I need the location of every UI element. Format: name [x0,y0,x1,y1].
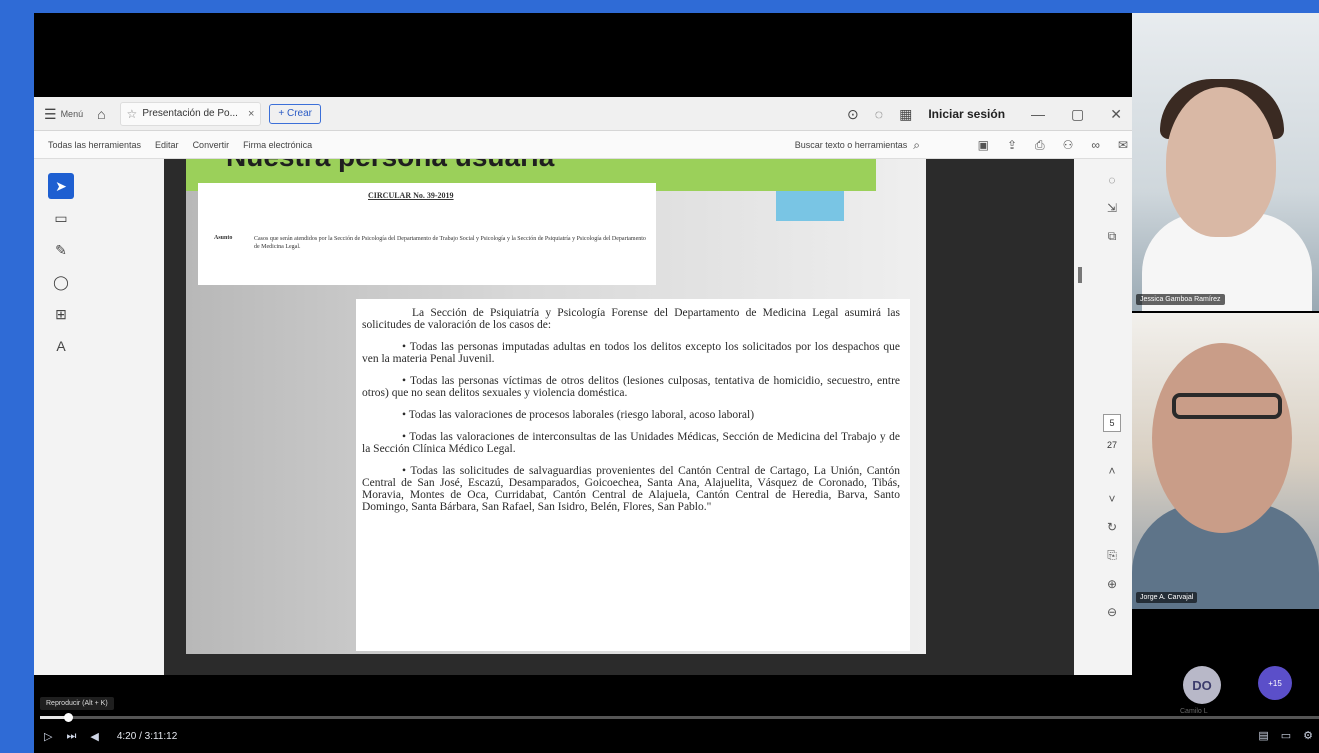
star-icon[interactable]: ☆ [127,107,138,121]
window-close-icon[interactable]: ✕ [1110,106,1122,123]
avatar[interactable]: DO [1183,666,1221,704]
comment-panel-icon[interactable]: ◌ [1108,173,1115,187]
body-paragraph: • Todas las solicitudes de salvaguardias… [362,465,900,513]
circular-title: CIRCULAR No. 39-2019 [368,191,454,200]
minimize-icon[interactable]: — [1031,106,1045,122]
circular-body: La Sección de Psiquiatría y Psicología F… [356,299,910,651]
more-participants-button[interactable]: +15 [1258,666,1292,700]
help-icon[interactable]: ⊙ [847,107,859,121]
zoom-in-icon[interactable]: ⊕ [1107,577,1117,591]
share-icon[interactable]: ⚇ [1063,139,1074,151]
hamburger-icon: ☰ [44,105,57,122]
copy-icon[interactable]: ⧉ [1108,229,1117,244]
create-button[interactable]: + Crear [269,103,321,124]
text-tool-icon[interactable]: A [48,333,74,359]
search-icon: ⌕ [913,138,920,152]
captions-icon[interactable]: ▤ [1258,729,1268,742]
participant-figure [1152,343,1292,533]
tools-right-icons: ▣ ⇪ ⎙ ⚇ ∞ ✉ [960,131,1128,159]
participant-video[interactable]: Jessica Gamboa Ramírez [1132,13,1319,311]
browser-right-controls: ⊙ ◌ ▦ Iniciar sesión — ▢ ✕ [831,97,1122,131]
tab-all-tools[interactable]: Todas las herramientas [48,140,141,150]
menu-button[interactable]: ☰ Menú [44,107,83,121]
participant-video[interactable]: Jorge A. Carvajal [1132,313,1319,609]
asunto-label: Asunto [214,235,233,241]
time-display: 4:20 / 3:11:12 [116,731,178,742]
tools-bar: Todas las herramientas Editar Convertir … [34,131,1132,159]
close-icon[interactable]: × [248,108,254,120]
skip-next-icon[interactable]: ⏭ [66,730,76,743]
page-total: 27 [1106,440,1117,450]
playback-right-controls: ▤ ▭ ⚙ [1246,729,1313,742]
home-icon[interactable]: ⌂ [97,107,105,121]
play-icon[interactable]: ▷ [44,730,52,743]
theater-icon[interactable]: ▭ [1281,729,1291,742]
page-number-input[interactable]: 5 [1103,414,1121,432]
chevron-down-icon[interactable]: ˅ [1108,492,1115,506]
notification-icon[interactable]: ◌ [875,107,883,121]
body-paragraph: • Todas las personas imputadas adultas e… [362,341,900,365]
play-tooltip: Reproducir (Alt + K) [40,697,114,710]
chevron-up-icon[interactable]: ˄ [1108,464,1115,478]
save-icon[interactable]: ▣ [978,139,989,151]
tab-e-signature[interactable]: Firma electrónica [243,140,312,150]
refresh-icon[interactable]: ↻ [1107,520,1117,534]
asunto-text: Casos que serán atendidos por la Sección… [254,236,646,250]
browser-tab-bar: ☰ Menú ⌂ ☆ Presentación de Po... × + Cre… [34,97,1132,131]
body-paragraph: La Sección de Psiquiatría y Psicología F… [362,307,900,331]
progress-bar[interactable] [40,713,1319,722]
select-cursor-icon[interactable]: ➤ [48,173,74,199]
settings-icon[interactable]: ⚙ [1303,729,1313,742]
mail-icon[interactable]: ✉ [1118,139,1128,151]
apps-icon[interactable]: ▦ [899,107,912,121]
tab-convert[interactable]: Convertir [193,140,230,150]
circular-card: CIRCULAR No. 39-2019 Asunto Casos que se… [198,183,656,285]
body-paragraph: • Todas las valoraciones de interconsult… [362,431,900,455]
comment-icon[interactable]: ▭ [48,205,74,231]
shared-screen: ☰ Menú ⌂ ☆ Presentación de Po... × + Cre… [34,97,1132,675]
zoom-out-icon[interactable]: ⊖ [1107,605,1117,619]
slide-title: Nuestra persona usuaria [226,159,554,173]
search-tools[interactable]: Buscar texto o herramientas ⌕ [795,139,920,151]
right-tool-rail: ◌ ⇲ ⧉ 5 27 ˄ ˅ ↻ ⎘ ⊕ ⊖ [1092,159,1132,675]
text-box-icon[interactable]: ⊞ [48,301,74,327]
participant-figure [1172,393,1282,419]
document-tab[interactable]: ☆ Presentación de Po... × [119,101,262,126]
export-icon[interactable]: ⇲ [1107,201,1117,215]
link-icon[interactable]: ∞ [1091,139,1100,151]
menu-label: Menú [60,108,84,119]
search-tools-label: Buscar texto o herramientas [794,140,908,150]
body-paragraph: • Todas las valoraciones de procesos lab… [402,409,755,421]
maximize-icon[interactable]: ▢ [1071,106,1084,123]
tab-edit[interactable]: Editar [155,140,179,150]
annotation-toolbar: ➤ ▭ ✎ ◯ ⊞ A [46,173,76,365]
presentation-slide: Nuestra persona usuaria CIRCULAR No. 39-… [186,159,926,654]
scroll-thumb[interactable] [1078,267,1082,283]
avatar-name: Camilo L [1180,708,1208,715]
playback-controls: ▷ ⏭ ◀ 4:20 / 3:11:12 [44,730,177,743]
upload-icon[interactable]: ⇪ [1007,139,1017,151]
signin-button[interactable]: Iniciar sesión [928,107,1005,121]
volume-icon[interactable]: ◀ [90,730,98,743]
lasso-icon[interactable]: ◯ [48,269,74,295]
participant-name: Jorge A. Carvajal [1136,592,1198,603]
participant-name: Jessica Gamboa Ramírez [1136,294,1225,305]
page-view-icon[interactable]: ⎘ [1107,548,1117,563]
participant-figure [1166,87,1276,237]
body-paragraph: • Todas las personas víctimas de otros d… [362,375,900,399]
pen-icon[interactable]: ✎ [48,237,74,263]
print-icon[interactable]: ⎙ [1035,139,1045,151]
decorative-box [776,191,844,221]
document-tab-title: Presentación de Po... [142,108,238,119]
